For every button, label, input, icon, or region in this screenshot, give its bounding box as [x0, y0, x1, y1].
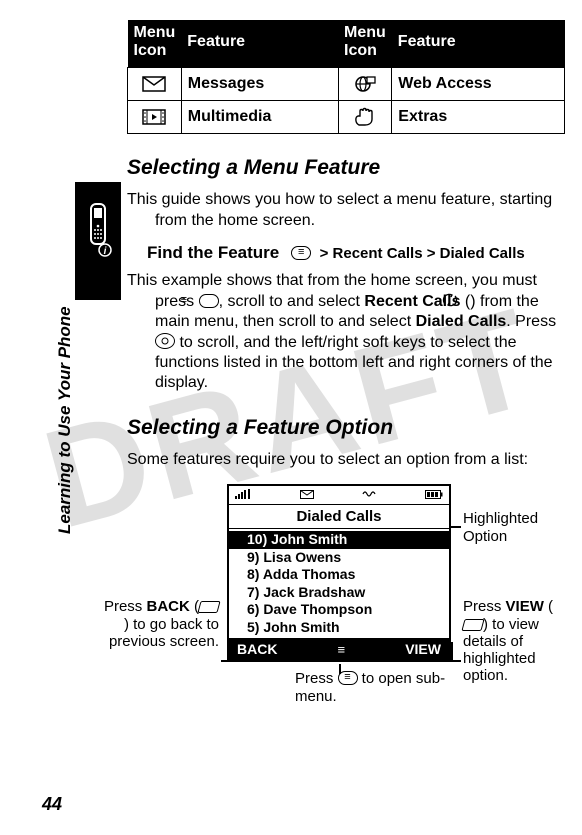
soft-key-menu[interactable]: ≡: [338, 642, 346, 657]
text-fragment: (: [544, 598, 553, 615]
text-fragment: Press: [104, 598, 147, 615]
soft-key-bar: BACK ≡ VIEW: [229, 638, 449, 660]
text-fragment: Press: [295, 670, 338, 687]
option-paragraph: Some features require you to select an o…: [127, 450, 565, 470]
section-side-label: Learning to Use Your Phone: [55, 306, 75, 534]
callout-view: Press VIEW () to view details of highlig…: [463, 598, 563, 684]
callout-line: [451, 642, 453, 660]
text-fragment: (: [460, 293, 470, 310]
text-fragment: Press: [463, 598, 506, 615]
callout-highlighted: Highlighted Option: [463, 510, 563, 545]
film-icon: [128, 101, 182, 134]
callout-line: [451, 526, 461, 528]
menu-key-icon: [291, 246, 311, 260]
callout-submenu: Press to open sub-menu.: [295, 670, 475, 705]
globe-icon: [338, 68, 392, 101]
table-row: Messages Web Access: [128, 68, 565, 101]
right-soft-key-icon: [461, 619, 484, 631]
ring-indicator-icon: [362, 488, 376, 502]
list-item[interactable]: 6) Dave Thompson: [247, 601, 449, 619]
phone-screen: Dialed Calls 10) John Smith 9) Lisa Owen…: [227, 484, 451, 662]
callout-line: [221, 660, 227, 662]
col-menu-icon-2: MenuIcon: [338, 20, 392, 68]
soft-key-back[interactable]: BACK: [237, 641, 277, 657]
page-number: 44: [42, 794, 62, 815]
heading-selecting-feature-option: Selecting a Feature Option: [127, 416, 565, 440]
status-bar: [229, 486, 449, 505]
svg-text:i: i: [104, 246, 107, 257]
explanation-paragraph: This example shows that from the home sc…: [127, 271, 565, 394]
breadcrumb-dialed-calls: Dialed Calls: [440, 245, 525, 262]
list-item[interactable]: 10) John Smith: [229, 531, 449, 549]
side-rail: i: [75, 182, 121, 300]
screen-diagram: Dialed Calls 10) John Smith 9) Lisa Owen…: [127, 482, 565, 712]
col-feature-2: Feature: [392, 20, 565, 68]
find-feature-label: Find the Feature: [147, 243, 279, 263]
feat-dialed-calls: Dialed Calls: [416, 313, 507, 330]
feature-web-access: Web Access: [392, 68, 565, 101]
col-menu-icon: MenuIcon: [128, 20, 182, 68]
phone-info-badge: i: [75, 182, 121, 300]
feature-messages: Messages: [181, 68, 338, 101]
menu-icon-table: MenuIcon Feature MenuIcon Feature Messag…: [127, 20, 565, 134]
find-feature-row: Find the Feature > Recent Calls > Dialed…: [147, 243, 565, 263]
key-label-view: VIEW: [506, 598, 544, 615]
callout-line: [451, 660, 461, 662]
callout-back: Press BACK () to go back to previous scr…: [101, 598, 219, 650]
call-list: 10) John Smith 9) Lisa Owens 8) Adda Tho…: [229, 529, 449, 638]
left-soft-key-icon: [197, 601, 220, 613]
list-item[interactable]: 5) John Smith: [247, 619, 449, 637]
intro-paragraph: This guide shows you how to select a men…: [127, 190, 565, 231]
feature-multimedia: Multimedia: [181, 101, 338, 134]
message-indicator-icon: [300, 488, 314, 502]
col-feature: Feature: [181, 20, 338, 68]
text-fragment: , scroll to and select: [219, 293, 365, 310]
feature-extras: Extras: [392, 101, 565, 134]
list-item[interactable]: 8) Adda Thomas: [247, 566, 449, 584]
main-content: MenuIcon Feature MenuIcon Feature Messag…: [127, 0, 565, 712]
list-item[interactable]: 7) Jack Bradshaw: [247, 584, 449, 602]
hand-icon: [338, 101, 392, 134]
breadcrumb-sep: >: [320, 245, 329, 262]
callout-line: [227, 642, 229, 660]
menu-key-icon: [338, 671, 358, 685]
phone-icon: i: [83, 202, 113, 257]
list-item[interactable]: 9) Lisa Owens: [247, 549, 449, 567]
text-fragment: ) to go back to previous screen.: [109, 616, 219, 650]
breadcrumb: > Recent Calls > Dialed Calls: [291, 245, 524, 262]
table-row: Multimedia Extras: [128, 101, 565, 134]
menu-key-icon: [199, 294, 219, 308]
nav-key-icon: [155, 333, 175, 349]
breadcrumb-sep: >: [427, 245, 436, 262]
envelope-icon: [128, 68, 182, 101]
text-fragment: to scroll, and the left/right soft keys …: [155, 334, 553, 392]
key-label-back: BACK: [146, 598, 189, 615]
soft-key-view[interactable]: VIEW: [405, 641, 441, 657]
screen-title: Dialed Calls: [229, 505, 449, 529]
battery-icon: [425, 488, 443, 502]
heading-selecting-menu-feature: Selecting a Menu Feature: [127, 156, 565, 180]
breadcrumb-recent-calls: Recent Calls: [333, 245, 423, 262]
signal-icon: [235, 488, 251, 502]
text-fragment: . Press: [506, 313, 556, 330]
